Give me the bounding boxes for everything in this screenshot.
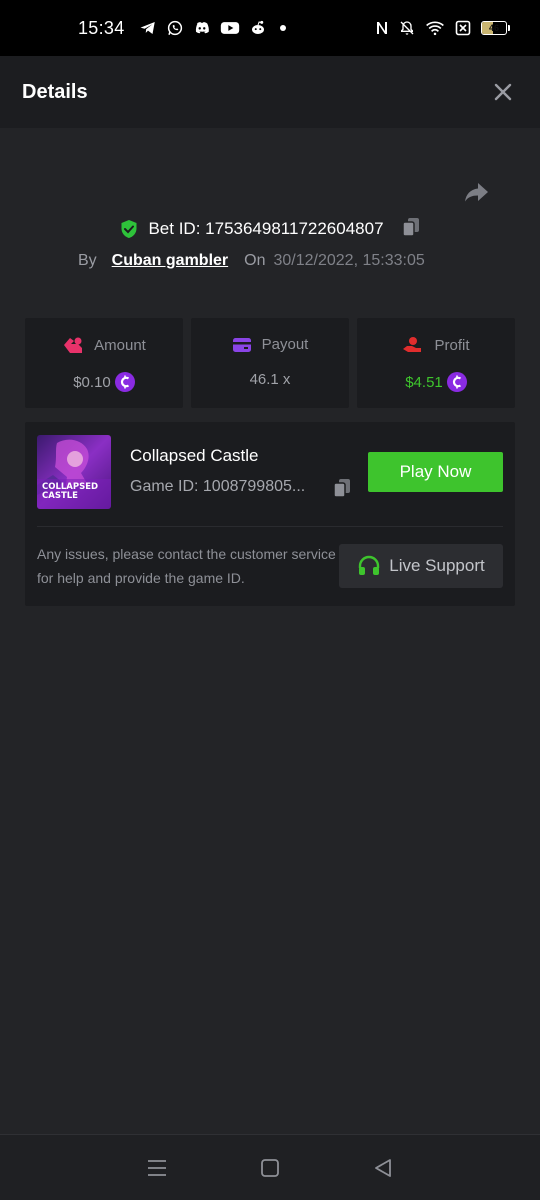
stat-profit: Profit $4.51 bbox=[357, 318, 515, 408]
back-button[interactable] bbox=[363, 1148, 403, 1188]
payout-value: 46.1 x bbox=[249, 371, 291, 388]
payout-card-icon bbox=[232, 337, 251, 352]
details-header: Details bbox=[0, 56, 540, 128]
telegram-icon bbox=[140, 22, 155, 34]
game-id: Game ID: 1008799805... bbox=[130, 478, 306, 495]
copy-bet-id-button[interactable] bbox=[401, 217, 420, 242]
game-name: Collapsed Castle bbox=[130, 446, 259, 465]
profit-label: Profit bbox=[434, 336, 470, 354]
headset-icon bbox=[359, 555, 380, 575]
amount-icon bbox=[64, 337, 83, 353]
username-link[interactable]: Cuban gambler bbox=[112, 252, 228, 270]
reddit-icon bbox=[251, 20, 264, 34]
live-support-label: Live Support bbox=[389, 556, 485, 575]
back-triangle-icon bbox=[375, 1158, 392, 1177]
live-support-button[interactable]: Live Support bbox=[339, 544, 503, 588]
amount-label: Amount bbox=[94, 336, 146, 354]
page-title: Details bbox=[22, 80, 88, 103]
help-text: Any issues, please contact the customer … bbox=[37, 546, 336, 586]
profit-value: $4.51 bbox=[405, 373, 443, 391]
coin-icon bbox=[446, 372, 467, 392]
whatsapp-icon bbox=[167, 20, 182, 36]
on-label: On bbox=[244, 252, 266, 269]
home-button[interactable] bbox=[250, 1148, 290, 1188]
status-bar: 15:34 46 bbox=[0, 0, 540, 56]
system-nav-bar bbox=[0, 1134, 540, 1200]
divider bbox=[37, 526, 503, 527]
game-card: COLLAPSED CASTLE Collapsed Castle Game I… bbox=[25, 422, 515, 606]
profit-hand-icon bbox=[403, 337, 422, 352]
verified-shield-icon bbox=[121, 220, 137, 238]
thumb-title-2: CASTLE bbox=[42, 491, 78, 501]
status-app-icons bbox=[139, 19, 290, 37]
recents-button[interactable] bbox=[137, 1148, 177, 1188]
play-now-button[interactable]: Play Now bbox=[368, 452, 503, 492]
close-button[interactable] bbox=[492, 81, 514, 103]
bet-id: Bet ID: 1753649811722604807 bbox=[148, 219, 384, 238]
bell-off-icon bbox=[400, 21, 414, 35]
dot-icon bbox=[279, 25, 286, 31]
youtube-icon bbox=[220, 22, 239, 34]
home-square-icon bbox=[261, 1158, 279, 1177]
nfc-icon bbox=[377, 22, 387, 34]
stat-payout: Payout 46.1 x bbox=[191, 318, 349, 408]
bet-id-row: Bet ID: 1753649811722604807 bbox=[0, 216, 540, 242]
status-time: 15:34 bbox=[78, 17, 125, 38]
amount-value: $0.10 bbox=[73, 373, 111, 391]
sim-x-icon bbox=[455, 20, 471, 36]
copy-icon bbox=[401, 217, 419, 237]
bet-meta-row: By Cuban gambler On 30/12/2022, 15:33:05 bbox=[78, 249, 425, 273]
payout-label: Payout bbox=[261, 336, 309, 353]
menu-icon bbox=[147, 1159, 166, 1176]
status-system-icons: 46 bbox=[375, 20, 510, 36]
share-button[interactable] bbox=[462, 178, 490, 206]
battery-icon: 46 bbox=[481, 21, 510, 35]
coin-icon bbox=[114, 372, 135, 392]
share-icon bbox=[465, 183, 488, 202]
copy-game-id-button[interactable] bbox=[333, 478, 351, 503]
bet-date: 30/12/2022, 15:33:05 bbox=[273, 252, 425, 269]
discord-icon bbox=[195, 22, 209, 34]
copy-icon bbox=[333, 479, 350, 498]
by-label: By bbox=[78, 252, 97, 269]
battery-level: 46 bbox=[488, 23, 499, 33]
wifi-icon bbox=[426, 21, 444, 36]
stat-amount: Amount $0.10 bbox=[25, 318, 183, 408]
bet-stats: Amount $0.10 Payout 46.1 x Profit $4.51 bbox=[25, 318, 515, 408]
game-thumbnail[interactable]: COLLAPSED CASTLE bbox=[37, 435, 111, 509]
close-icon bbox=[494, 83, 512, 101]
